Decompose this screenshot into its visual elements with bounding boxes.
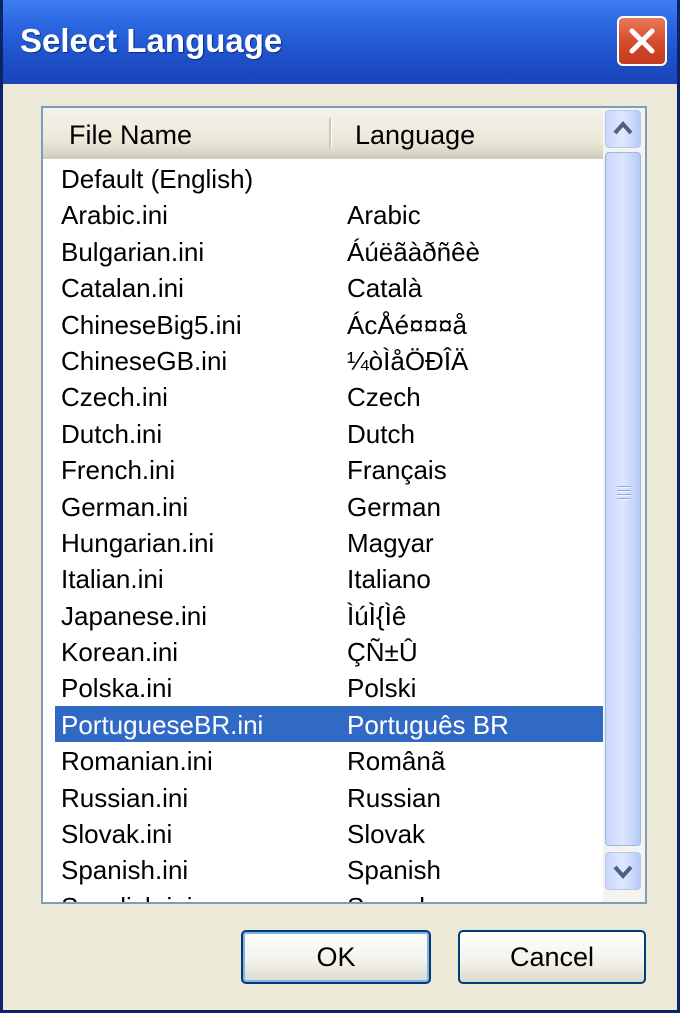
file-name-cell: Hungarian.ini [61,527,215,558]
list-item[interactable]: Czech.ini Czech [43,378,603,414]
list-item[interactable]: Hungarian.ini Magyar [43,524,603,560]
file-name-cell: Slovak.ini [61,819,173,850]
list-item[interactable]: Russian.ini Russian [43,779,603,815]
list-item-selected[interactable]: PortugueseBR.ini Português BR [55,705,603,743]
chevron-up-icon [613,120,633,135]
close-icon [629,28,655,54]
file-name-cell: Romanian.ini [61,746,213,777]
language-cell: Arabic [347,200,421,231]
file-name-cell: German.ini [61,491,189,522]
list-item[interactable]: ChineseGB.ini ¼òÌåÖÐÎÄ [43,342,603,378]
list-item[interactable]: Bulgarian.ini Áúëãàðñêè [43,233,603,269]
list-item[interactable]: German.ini German [43,488,603,524]
language-cell: Català [347,273,423,304]
close-button[interactable] [617,16,667,66]
language-cell: Czech [347,382,421,413]
list-item[interactable]: Dutch.ini Dutch [43,415,603,451]
file-name-cell: Catalan.ini [61,273,184,304]
language-cell: Svenska [347,892,447,902]
scroll-thumb[interactable] [605,152,641,846]
language-list[interactable]: File Name Language Default (English) Arab… [41,106,647,904]
file-name-cell: ChineseBig5.ini [61,309,242,340]
file-name-cell: Spanish.ini [61,855,189,886]
file-name-cell: Korean.ini [61,637,179,668]
column-header-language[interactable]: Language [355,120,475,151]
file-name-cell: Italian.ini [61,564,164,595]
list-item[interactable]: Italian.ini Italiano [43,560,603,596]
file-name-cell: Czech.ini [61,382,168,413]
scroll-up-button[interactable] [605,110,641,148]
select-language-dialog: Select Language File Name Language Defau… [0,0,680,1013]
grip-icon [617,486,631,502]
list-item[interactable]: Polska.ini Polski [43,669,603,705]
ok-button[interactable]: OK [241,930,431,984]
file-name-cell: Bulgarian.ini [61,236,205,267]
list-item[interactable]: Spanish.ini Spanish [43,851,603,887]
language-cell: Românã [347,746,446,777]
file-name-cell: Polska.ini [61,673,173,704]
list-item[interactable]: Swedish.ini Svenska [43,888,603,902]
file-name-cell: ChineseGB.ini [61,345,228,376]
list-item[interactable]: Korean.ini ÇÑ±Û [43,633,603,669]
list-item[interactable]: Japanese.ini ÌúÌ{Ìê [43,597,603,633]
list-item[interactable]: Default (English) [43,160,603,196]
cancel-button[interactable]: Cancel [458,930,646,984]
language-cell: Russian [347,782,441,813]
language-cell: German [347,491,441,522]
language-cell: ¼òÌåÖÐÎÄ [347,345,469,376]
list-item[interactable]: Arabic.ini Arabic [43,196,603,232]
file-name-cell: French.ini [61,455,176,486]
dialog-title: Select Language [20,22,283,59]
list-item[interactable]: Slovak.ini Slovak [43,815,603,851]
language-cell: Magyar [347,527,434,558]
list-item[interactable]: ChineseBig5.ini ÁcÅé¤¤¤å [43,306,603,342]
list-header: File Name Language [43,108,603,159]
file-name-cell: Russian.ini [61,782,189,813]
language-cell: ÌúÌ{Ìê [347,600,407,631]
language-cell: ÁcÅé¤¤¤å [347,309,467,340]
column-divider[interactable] [329,118,332,148]
list-rows: Default (English) Arabic.ini Arabic Bulgari… [43,160,603,902]
file-name-cell: PortugueseBR.ini [61,709,264,740]
list-item[interactable]: Catalan.ini Català [43,269,603,305]
file-name-cell: Japanese.ini [61,600,207,631]
language-cell: Italiano [347,564,431,595]
language-cell: ÇÑ±Û [347,637,418,668]
file-name-cell: Dutch.ini [61,418,163,449]
title-bar[interactable]: Select Language [3,0,677,84]
language-cell: Português BR [347,709,509,740]
list-item[interactable]: Romanian.ini Românã [43,742,603,778]
file-name-cell: Swedish.ini [61,892,193,902]
language-cell: Dutch [347,418,415,449]
file-name-cell: Arabic.ini [61,200,168,231]
language-cell: Áúëãàðñêè [347,236,481,267]
language-cell: Polski [347,673,417,704]
file-name-cell: Default (English) [61,164,254,194]
vertical-scrollbar[interactable] [603,108,645,902]
language-cell: Français [347,455,447,486]
list-item[interactable]: French.ini Français [43,451,603,487]
language-cell: Slovak [347,819,426,850]
scroll-down-button[interactable] [605,852,641,890]
chevron-down-icon [613,865,633,880]
column-header-file-name[interactable]: File Name [69,120,192,151]
language-cell: Spanish [347,855,441,886]
